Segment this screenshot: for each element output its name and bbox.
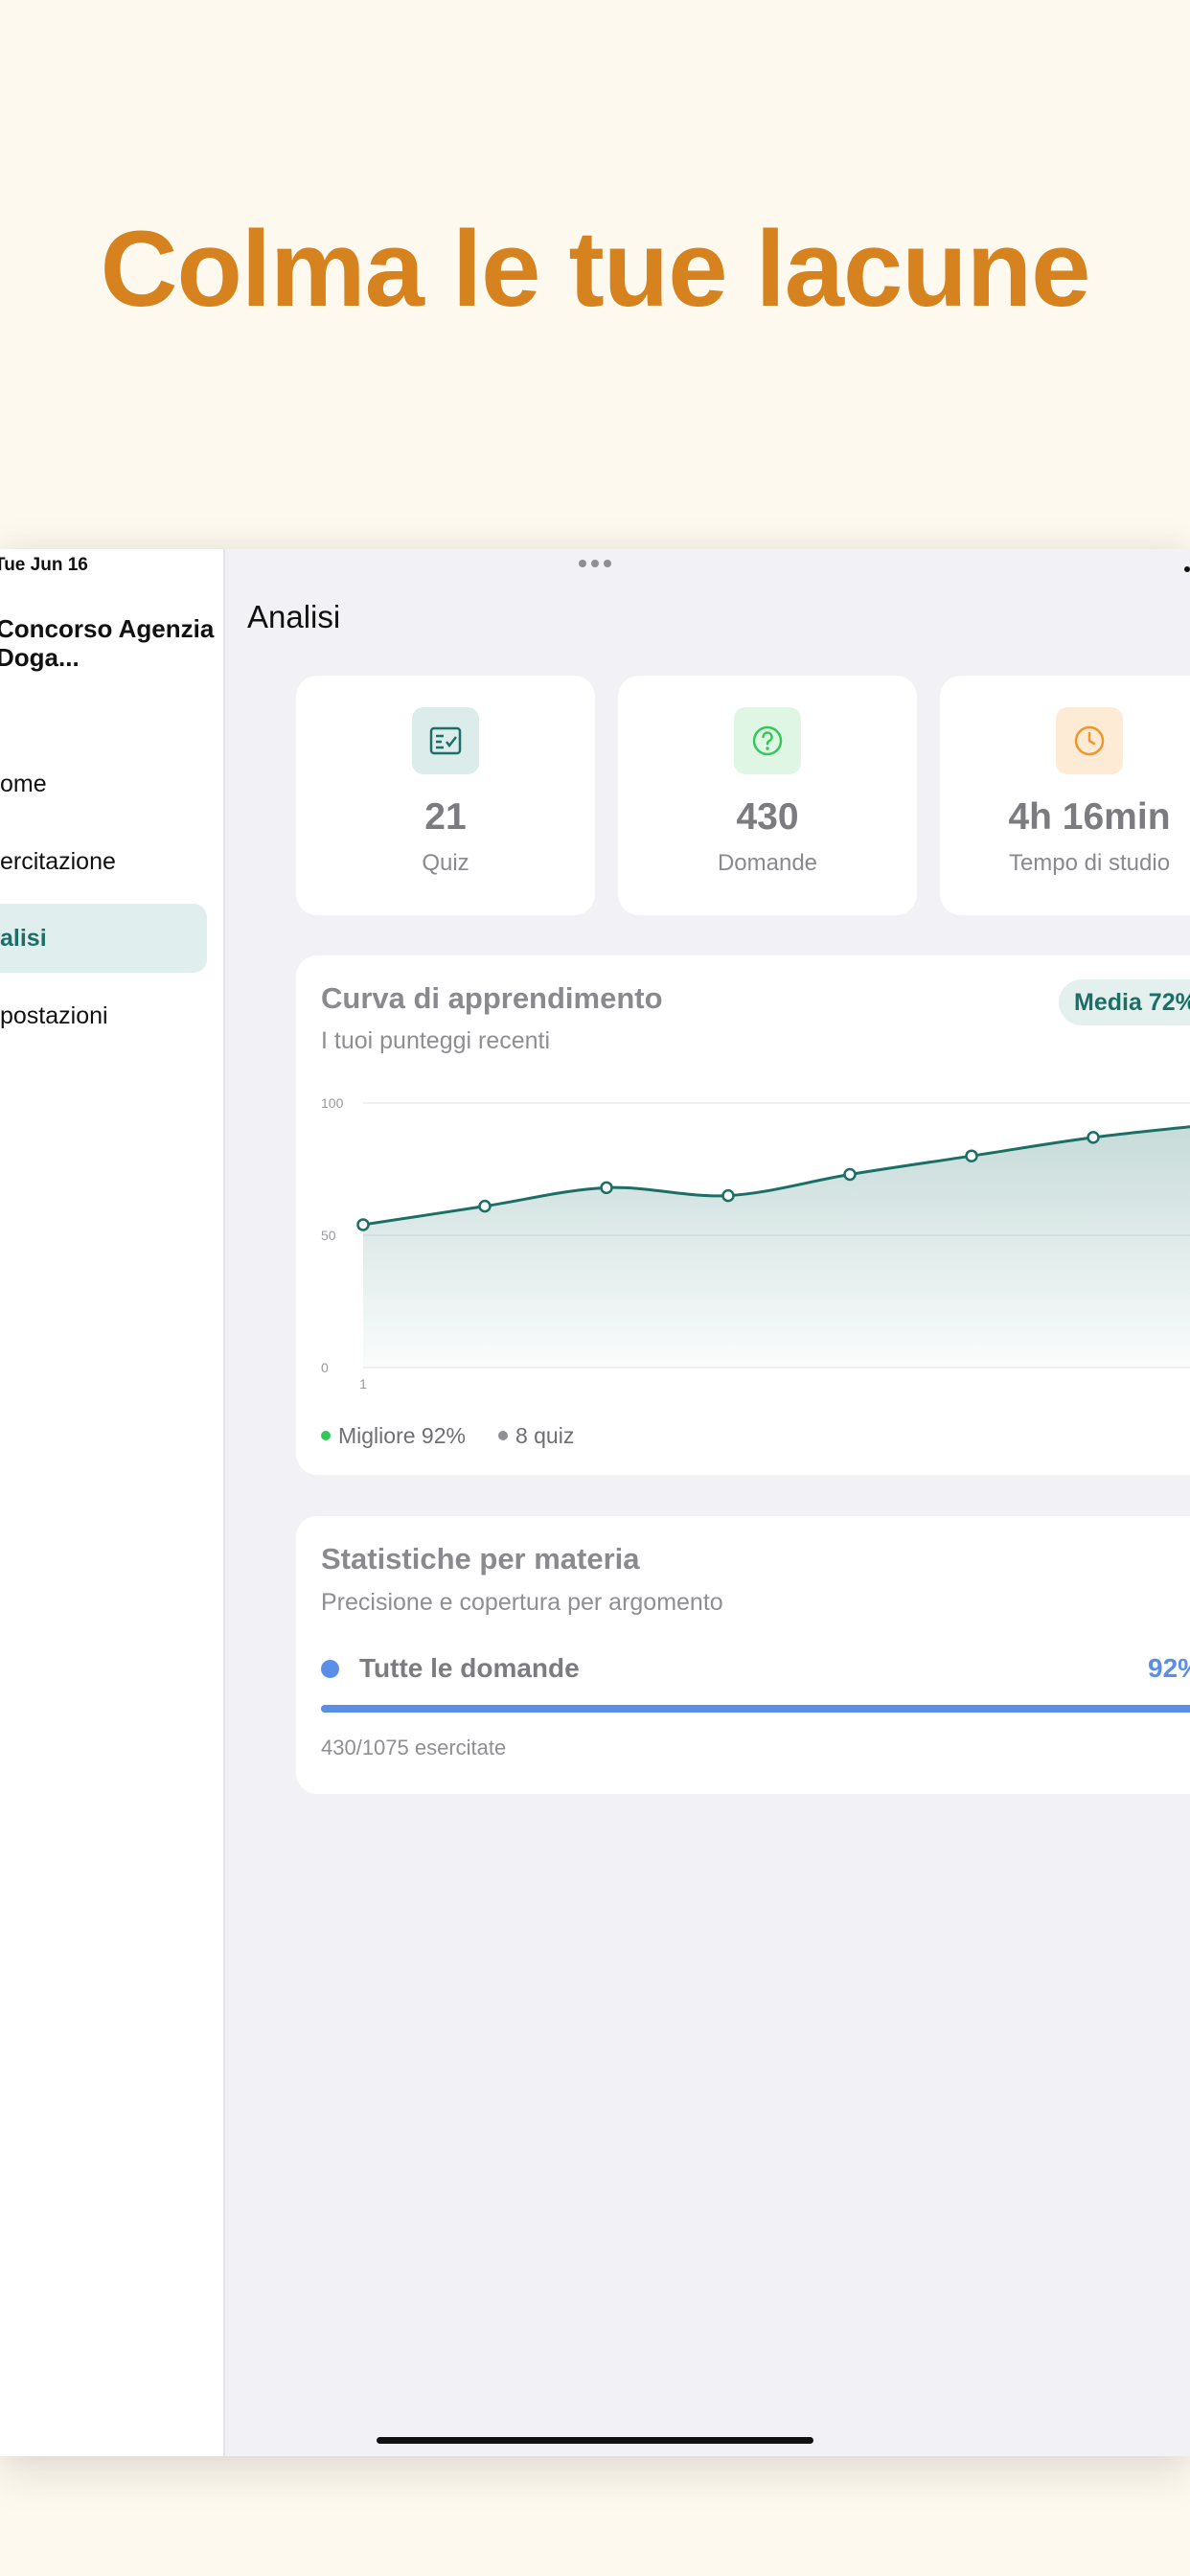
hero-banner: Colma le tue lacune <box>0 0 1190 537</box>
card-subtitle: Precisione e copertura per argomento <box>321 1589 723 1616</box>
y-tick-label: 100 <box>321 1095 344 1111</box>
chart-point <box>356 1218 370 1231</box>
subject-color-dot <box>321 1660 339 1678</box>
chart-point <box>1087 1131 1100 1144</box>
question-circle-icon <box>734 707 801 774</box>
subject-name[interactable]: Tutte le domande <box>359 1653 580 1684</box>
stat-card-tempo: 4h 16min Tempo di studio <box>940 676 1190 915</box>
learning-curve-card: Curva di apprendimento I tuoi punteggi r… <box>296 955 1190 1475</box>
subject-percent: 92% <box>1148 1653 1190 1683</box>
clock-icon <box>1056 707 1123 774</box>
stat-card-domande: 430 Domande <box>618 676 917 915</box>
legend-item-best: Migliore 92% <box>321 1423 466 1449</box>
learning-curve-chart: 05010018 <box>321 1095 1190 1392</box>
home-indicator[interactable] <box>377 2437 813 2444</box>
sidebar-item-analisi[interactable]: alisi <box>0 904 207 973</box>
legend-dot <box>497 1430 508 1440</box>
subject-progress-fill <box>321 1705 1190 1713</box>
quiz-checklist-icon <box>412 707 479 774</box>
legend-dot <box>321 1430 331 1440</box>
legend-label: 8 quiz <box>515 1423 575 1448</box>
sidebar-item-home[interactable]: ome <box>0 749 207 818</box>
stat-value: 21 <box>424 796 467 838</box>
ipad-screen: Tue Jun 16 Concorso Agenzia Doga... ome … <box>0 549 1190 2456</box>
chart-point <box>965 1149 978 1162</box>
subject-answered-count: 430/1075 esercitate <box>321 1736 507 1760</box>
stat-label: Tempo di studio <box>1008 850 1171 876</box>
stat-label: Domande <box>717 850 818 876</box>
hero-headline: Colma le tue lacune <box>100 208 1091 329</box>
chart-point <box>721 1188 735 1203</box>
page-title: Analisi <box>247 599 341 634</box>
subject-stats-card: Statistiche per materia Precisione e cop… <box>296 1516 1190 1794</box>
legend-item-count: 8 quiz <box>497 1423 575 1449</box>
sidebar-item-esercitazione[interactable]: ercitazione <box>0 827 207 896</box>
legend-label: Migliore 92% <box>338 1423 466 1448</box>
multitasking-dots[interactable] <box>579 560 611 567</box>
status-date: Tue Jun 16 <box>0 555 88 575</box>
y-tick-label: 50 <box>321 1228 336 1243</box>
subject-progress-track <box>321 1705 1190 1713</box>
chart-point <box>478 1199 492 1213</box>
chart-point <box>600 1181 613 1195</box>
chart-point <box>843 1167 857 1182</box>
chart-legend: Migliore 92% 8 quiz <box>321 1423 574 1449</box>
status-indicator <box>1184 566 1190 572</box>
stat-value: 4h 16min <box>1008 796 1171 838</box>
sidebar: Tue Jun 16 Concorso Agenzia Doga... ome … <box>0 549 225 2456</box>
chart-area-fill <box>363 1126 1190 1368</box>
app-title: Concorso Agenzia Doga... <box>0 614 215 672</box>
stat-value: 430 <box>736 796 799 838</box>
x-tick-label: 1 <box>359 1376 367 1392</box>
stat-card-quiz: 21 Quiz <box>296 676 595 915</box>
y-tick-label: 0 <box>321 1360 329 1375</box>
stat-label: Quiz <box>422 850 469 876</box>
sidebar-item-impostazioni[interactable]: postazioni <box>0 981 207 1050</box>
card-title: Statistiche per materia <box>321 1542 640 1576</box>
